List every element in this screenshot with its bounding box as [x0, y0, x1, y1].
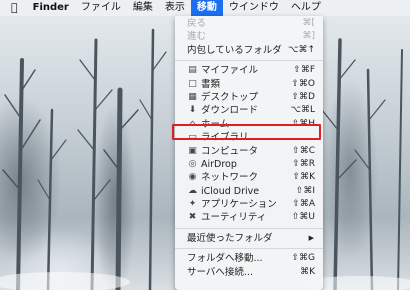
menu-item-shortcut: ⌥⌘L [290, 105, 315, 116]
utilities-icon: ✖ [188, 212, 197, 223]
menu-item-applications[interactable]: ✦ アプリケーション ⇧⌘A [175, 198, 323, 211]
menubar-edit[interactable]: 編集 [127, 0, 159, 16]
applications-icon: ✦ [188, 199, 197, 210]
menu-separator [175, 227, 323, 229]
menu-item-shortcut: ⇧⌘I [295, 185, 315, 196]
go-menu: 戻る ⌘[ 進む ⌘] 内包しているフォルダ ⌥⌘↑ ▤ マイファイル ⇧⌘F … [175, 16, 323, 290]
menu-item-shortcut: ⇧⌘C [292, 145, 315, 156]
menubar-view[interactable]: 表示 [159, 0, 191, 16]
menu-item-label: 内包しているフォルダ [187, 44, 282, 56]
documents-icon: □ [188, 78, 197, 89]
menu-item-desktop[interactable]: ▦ デスクトップ ⇧⌘D [175, 91, 323, 104]
menu-item-shortcut: ⌥⌘↑ [288, 44, 315, 55]
menu-item-connect-to-server[interactable]: サーバへ接続... ⌘K [175, 266, 323, 279]
menu-item-shortcut: ⌘[ [302, 18, 315, 28]
menu-item-label: 書類 [201, 78, 221, 90]
menubar-go[interactable]: 移動 [190, 0, 223, 16]
menu-item-airdrop[interactable]: ◎ AirDrop ⇧⌘R [175, 158, 323, 171]
all-files-icon: ▤ [188, 65, 197, 76]
menu-item-label: AirDrop [201, 158, 237, 170]
menubar-window[interactable]: ウインドウ [223, 0, 285, 16]
menu-item-shortcut: ⌘K [300, 266, 315, 277]
menu-item-recent-folders[interactable]: 最近使ったフォルダ ▶ [175, 232, 323, 245]
menu-item-network[interactable]: ◉ ネットワーク ⇧⌘K [175, 171, 323, 184]
menubar-file[interactable]: ファイル [75, 0, 127, 16]
menu-item-label: 進む [187, 31, 207, 43]
menu-bar:  Finder ファイル 編集 表示 移動 ウインドウ ヘルプ [0, 0, 410, 16]
menu-item-downloads[interactable]: ⬇ ダウンロード ⌥⌘L [175, 104, 323, 117]
menu-item-icloud-drive[interactable]: ☁ iCloud Drive ⇧⌘I [175, 185, 323, 198]
download-icon: ⬇ [188, 105, 197, 116]
menu-item-label: ユーティリティ [201, 212, 267, 224]
menu-item-label: ダウンロード [201, 105, 259, 117]
menu-item-utilities[interactable]: ✖ ユーティリティ ⇧⌘U [175, 211, 323, 224]
airdrop-icon: ◎ [188, 158, 197, 169]
menu-item-shortcut: ⇧⌘F [293, 65, 315, 76]
menu-item-label: コンピュータ [201, 145, 259, 157]
menu-separator [175, 60, 323, 62]
menu-item-label: iCloud Drive [201, 185, 260, 197]
menu-item-forward[interactable]: 進む ⌘] [175, 30, 323, 43]
menu-item-label: マイファイル [201, 65, 259, 77]
menu-item-label: 最近使ったフォルダ [187, 232, 273, 244]
menu-item-label: フォルダへ移動... [187, 253, 263, 265]
menu-item-shortcut: ⇧⌘A [292, 199, 315, 210]
apple-icon[interactable]:  [0, 0, 27, 16]
menu-item-computer[interactable]: ▣ コンピュータ ⇧⌘C [175, 145, 323, 158]
menu-item-enclosing-folder[interactable]: 内包しているフォルダ ⌥⌘↑ [175, 44, 323, 57]
menu-item-shortcut: ⇧⌘O [291, 78, 315, 89]
menu-item-documents[interactable]: □ 書類 ⇧⌘O [175, 78, 323, 91]
desktop-icon: ▦ [188, 91, 197, 102]
menu-separator [175, 248, 323, 250]
menu-item-shortcut: ⇧⌘D [291, 91, 315, 102]
menu-item-all-files[interactable]: ▤ マイファイル ⇧⌘F [175, 64, 323, 77]
submenu-arrow-icon: ▶ [308, 233, 314, 242]
menu-item-shortcut: ⇧⌘U [291, 212, 315, 223]
highlight-box [172, 124, 321, 140]
menu-item-back[interactable]: 戻る ⌘[ [175, 17, 323, 30]
menu-item-label: 戻る [187, 18, 207, 29]
menu-item-label: アプリケーション [201, 199, 277, 211]
menu-item-shortcut: ⇧⌘G [291, 253, 315, 264]
network-icon: ◉ [188, 172, 197, 183]
menu-item-shortcut: ⌘] [302, 31, 315, 42]
menubar-finder[interactable]: Finder [27, 0, 75, 16]
menu-item-label: デスクトップ [201, 91, 259, 103]
menu-item-label: ネットワーク [201, 172, 259, 184]
icloud-icon: ☁ [188, 185, 197, 196]
computer-icon: ▣ [188, 145, 197, 156]
menu-item-go-to-folder[interactable]: フォルダへ移動... ⇧⌘G [175, 252, 323, 265]
menubar-help[interactable]: ヘルプ [285, 0, 327, 16]
menu-item-shortcut: ⇧⌘K [292, 172, 315, 183]
menu-item-label: サーバへ接続... [187, 266, 253, 278]
menu-item-shortcut: ⇧⌘R [292, 158, 315, 169]
